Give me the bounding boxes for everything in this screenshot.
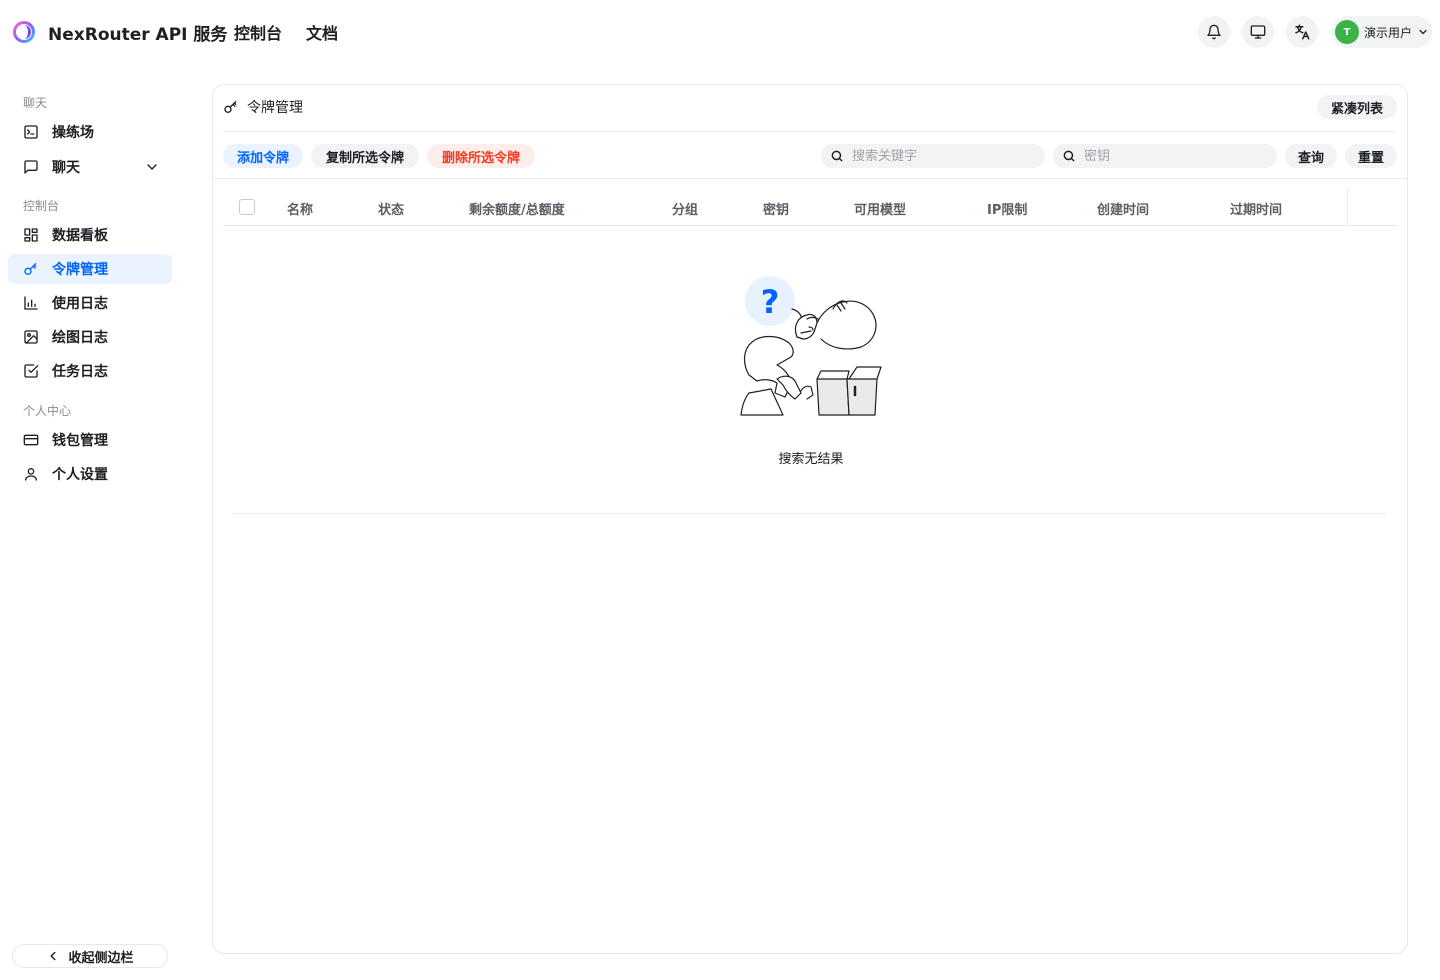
key-search-input[interactable] (1084, 148, 1264, 164)
credit-card-icon (23, 432, 39, 448)
sidebar-item-label: 个人设置 (52, 467, 108, 483)
column-separator (1347, 188, 1348, 226)
sidebar-item-playground[interactable]: 操练场 (8, 117, 172, 147)
key-search-box[interactable] (1053, 144, 1277, 168)
bell-icon (1207, 24, 1221, 40)
brand-title[interactable]: NexRouter API 服务 (48, 20, 227, 45)
sidebar-item-task-log[interactable]: 任务日志 (8, 356, 172, 386)
card-title-text: 令牌管理 (247, 100, 303, 116)
query-button[interactable]: 查询 (1285, 144, 1337, 168)
column-header-quota[interactable]: 剩余额度/总额度 (469, 199, 565, 218)
user-icon (23, 466, 39, 482)
sidebar-item-label: 绘图日志 (52, 330, 108, 346)
sidebar-item-label: 聊天 (52, 160, 80, 176)
table-header: 名称 状态 剩余额度/总额度 分组 密钥 可用模型 IP限制 创建时间 过期时间 (223, 188, 1397, 226)
sidebar-item-label: 使用日志 (52, 296, 108, 312)
empty-search-illustration: ? (740, 276, 882, 416)
message-icon (23, 159, 39, 175)
user-menu[interactable]: T 演示用户 (1332, 16, 1432, 48)
monitor-icon (1250, 25, 1266, 39)
svg-text:?: ? (761, 283, 780, 321)
add-token-button[interactable]: 添加令牌 (223, 144, 303, 168)
translate-icon (1295, 24, 1310, 40)
compact-list-button[interactable]: 紧凑列表 (1317, 95, 1397, 119)
key-icon (224, 101, 237, 113)
column-header-expiry-time[interactable]: 过期时间 (1230, 199, 1282, 218)
delete-selected-tokens-button[interactable]: 删除所选令牌 (427, 144, 535, 168)
sidebar-item-wallet[interactable]: 钱包管理 (8, 425, 172, 455)
checkbox-icon (23, 363, 39, 379)
token-management-card: 令牌管理 紧凑列表 添加令牌 复制所选令牌 删除所选令牌 查询 重置 名称 状态… (212, 84, 1408, 954)
sidebar-section-console: 控制台 (23, 199, 60, 213)
search-icon (1063, 150, 1075, 162)
sidebar-item-label: 令牌管理 (52, 262, 108, 278)
chevron-down-icon[interactable] (144, 159, 160, 175)
sidebar-item-dashboard[interactable]: 数据看板 (8, 220, 172, 250)
dashboard-icon (23, 227, 39, 243)
nav-console[interactable]: 控制台 (234, 20, 282, 44)
sidebar-item-usage-log[interactable]: 使用日志 (8, 288, 172, 318)
select-all-checkbox[interactable] (239, 199, 255, 215)
sidebar: 聊天 操练场 聊天 控制台 数据看板 令牌管理 使用日志 绘图日志 任务日志 个… (0, 64, 180, 980)
column-header-created-time[interactable]: 创建时间 (1097, 199, 1149, 218)
chevron-down-icon (1419, 29, 1427, 35)
column-header-group[interactable]: 分组 (672, 199, 698, 218)
divider (233, 513, 1387, 514)
sidebar-item-label: 任务日志 (52, 364, 108, 380)
avatar: T (1335, 20, 1359, 44)
sidebar-section-personal: 个人中心 (23, 404, 72, 418)
column-header-key[interactable]: 密钥 (763, 199, 789, 218)
sidebar-item-settings[interactable]: 个人设置 (8, 459, 172, 489)
nav-docs[interactable]: 文档 (306, 20, 338, 44)
image-icon (23, 329, 39, 345)
column-header-models[interactable]: 可用模型 (854, 199, 906, 218)
sidebar-item-label: 操练场 (52, 125, 94, 141)
sidebar-item-tokens[interactable]: 令牌管理 (8, 254, 172, 284)
notification-button[interactable] (1198, 16, 1230, 48)
collapse-sidebar-label: 收起侧边栏 (68, 950, 134, 966)
user-name: 演示用户 (1364, 25, 1413, 40)
empty-state-text: 搜索无结果 (778, 452, 844, 467)
search-icon (831, 150, 843, 162)
reset-button[interactable]: 重置 (1345, 144, 1397, 168)
copy-selected-tokens-button[interactable]: 复制所选令牌 (311, 144, 419, 168)
top-bar: NexRouter API 服务 控制台 文档 T 演示用户 (0, 0, 1440, 64)
language-button[interactable] (1286, 16, 1318, 48)
column-header-status[interactable]: 状态 (378, 199, 404, 218)
keyword-search-input[interactable] (852, 148, 1032, 164)
divider (223, 131, 1397, 132)
column-header-name[interactable]: 名称 (287, 199, 313, 218)
column-header-ip-limit[interactable]: IP限制 (987, 199, 1027, 218)
terminal-icon (23, 124, 39, 140)
brand-logo-icon (13, 21, 35, 43)
key-icon (23, 261, 39, 277)
sidebar-item-label: 钱包管理 (52, 433, 108, 449)
keyword-search-box[interactable] (821, 144, 1045, 168)
divider (213, 178, 1407, 179)
bar-chart-icon (23, 295, 39, 311)
sidebar-item-drawing-log[interactable]: 绘图日志 (8, 322, 172, 352)
theme-button[interactable] (1242, 16, 1274, 48)
sidebar-item-label: 数据看板 (52, 228, 108, 244)
collapse-sidebar-button[interactable]: 收起侧边栏 (12, 944, 168, 968)
card-title: 令牌管理 (223, 97, 303, 117)
chevron-left-icon (51, 951, 56, 961)
sidebar-item-chat[interactable]: 聊天 (8, 152, 172, 182)
sidebar-section-chat: 聊天 (23, 96, 48, 110)
